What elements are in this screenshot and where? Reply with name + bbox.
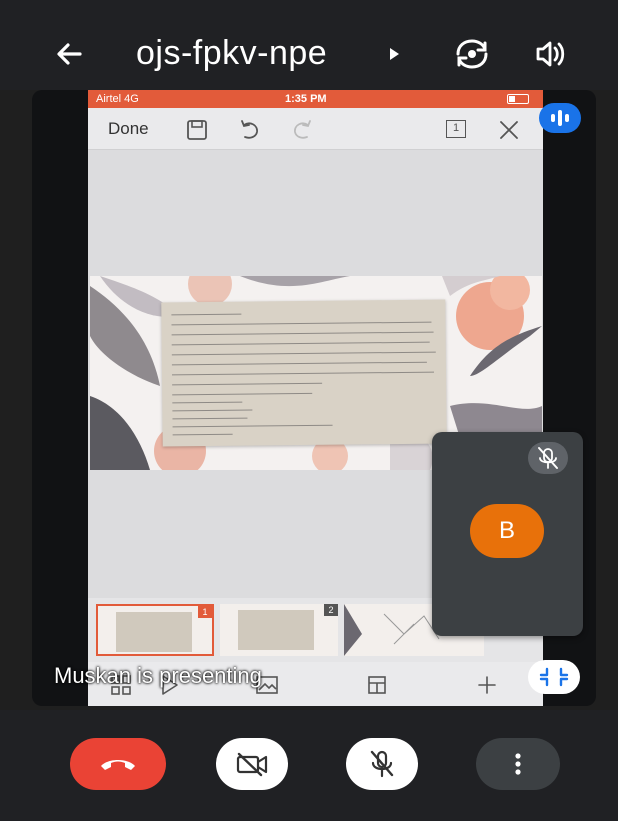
meeting-code[interactable]: ojs-fpkv-npe [136, 34, 327, 73]
call-header: ojs-fpkv-npe [0, 0, 618, 90]
slide-thumbnail[interactable]: 1 [96, 604, 214, 656]
hang-up-icon [101, 760, 135, 770]
shared-status-bar: Airtel 4G 1:35 PM [88, 90, 543, 108]
minimize-tile-button[interactable] [528, 660, 580, 694]
slide-thumbnail[interactable]: 2 [220, 604, 338, 656]
speaker-icon [536, 41, 565, 67]
thumbnail-number: 2 [324, 604, 338, 616]
save-icon [187, 120, 207, 140]
switch-camera-button[interactable] [452, 34, 492, 74]
audio-indicator-badge [539, 103, 581, 133]
slides-toolbar: Done 1 [88, 108, 543, 150]
done-button: Done [108, 119, 149, 138]
switch-camera-icon [456, 39, 488, 69]
avatar: B [470, 504, 544, 558]
add-icon [478, 676, 496, 694]
self-participant-tile[interactable]: B [432, 432, 583, 636]
camera-toggle-button[interactable] [216, 738, 288, 790]
call-controls-bar [0, 710, 618, 821]
more-vert-icon [515, 753, 521, 775]
handwritten-note-image [161, 299, 447, 447]
thumbnail-image [116, 612, 192, 652]
layout-icon [368, 676, 386, 694]
thumbnail-image [238, 610, 314, 650]
back-button[interactable] [50, 34, 90, 74]
video-off-icon [236, 752, 268, 777]
status-time: 1:35 PM [285, 93, 327, 105]
undo-icon [241, 120, 258, 139]
hang-up-button[interactable] [70, 738, 166, 790]
mic-off-icon [538, 447, 558, 469]
thumbnail-number: 1 [198, 606, 212, 618]
back-arrow-icon [57, 43, 82, 65]
mic-toggle-button[interactable] [346, 738, 418, 790]
redo-icon [294, 120, 311, 139]
mic-off-icon [370, 750, 394, 778]
more-options-button[interactable] [476, 738, 560, 790]
caret-right-icon[interactable] [390, 48, 399, 60]
presenting-caption: Muskan is presenting [54, 663, 262, 688]
battery-icon [507, 94, 529, 104]
tile-mic-off-indicator [528, 442, 568, 474]
carrier-label: Airtel 4G [96, 93, 139, 105]
collapse-icon [539, 667, 569, 687]
speaker-button[interactable] [532, 36, 568, 72]
audio-levels-icon [551, 110, 569, 126]
slide-counter: 1 [446, 120, 466, 138]
close-icon [500, 121, 518, 139]
